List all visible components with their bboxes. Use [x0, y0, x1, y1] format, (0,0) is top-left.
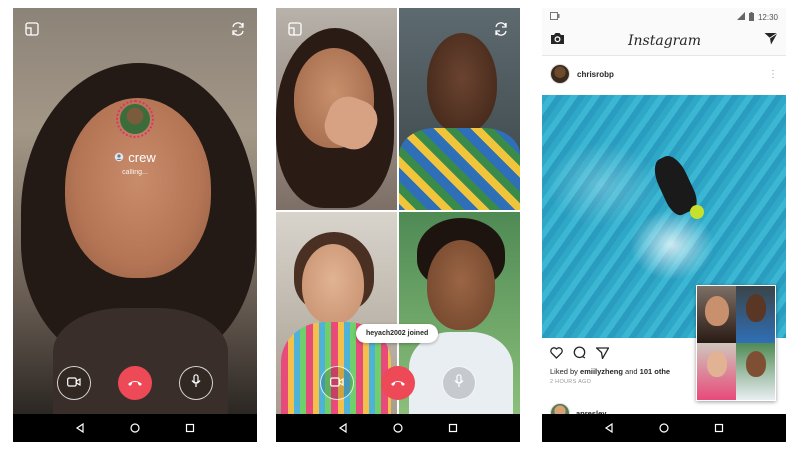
- back-icon[interactable]: [70, 418, 90, 438]
- camera-icon[interactable]: [550, 32, 565, 50]
- liked-middle: and: [622, 367, 640, 376]
- home-icon[interactable]: [125, 418, 145, 438]
- video-toggle-button[interactable]: [56, 366, 91, 400]
- video-icon: [329, 374, 344, 392]
- participant-video: [736, 343, 775, 400]
- clock-time: 12:30: [757, 12, 778, 22]
- recents-icon[interactable]: [443, 418, 463, 438]
- flip-camera-icon[interactable]: [492, 20, 510, 38]
- caller-name: crew: [13, 150, 257, 165]
- post-timestamp: 2 HOURS AGO: [550, 379, 592, 385]
- caller-avatar: [116, 100, 154, 138]
- participant-joined-toast: heyach2002 joined: [356, 324, 439, 343]
- status-bar: 12:30: [542, 8, 786, 26]
- heart-icon[interactable]: [550, 346, 563, 364]
- video-toggle-button[interactable]: [319, 366, 354, 400]
- share-icon[interactable]: [594, 346, 610, 364]
- flip-camera-icon[interactable]: [229, 20, 247, 38]
- video-chat-minimized-window[interactable]: [696, 285, 776, 401]
- post-actions: [550, 346, 610, 364]
- liked-user[interactable]: emiilyzheng: [580, 367, 623, 376]
- end-call-button[interactable]: [380, 366, 415, 400]
- call-status: calling...: [122, 169, 148, 176]
- phone-calling-screen: crew calling...: [13, 8, 257, 442]
- liked-count[interactable]: 101 othe: [640, 367, 670, 376]
- flipper-shape: [690, 205, 704, 219]
- caller-name-text: crew: [128, 150, 156, 165]
- post-username[interactable]: chrisrobp: [577, 70, 761, 79]
- home-icon[interactable]: [654, 418, 674, 438]
- home-icon[interactable]: [388, 418, 408, 438]
- post-header: chrisrobp ⋮: [542, 56, 786, 92]
- participant-video: [276, 8, 397, 210]
- microphone-icon: [191, 373, 201, 393]
- video-icon: [66, 374, 81, 392]
- notification-icon: [550, 12, 560, 22]
- participant-video: [697, 343, 736, 400]
- instagram-header: Instagram: [542, 26, 786, 56]
- participant-video: [697, 286, 736, 343]
- end-call-icon: [127, 374, 143, 392]
- gallery-icon[interactable]: [286, 20, 304, 38]
- recents-icon[interactable]: [709, 418, 729, 438]
- microphone-toggle-button[interactable]: [179, 366, 214, 400]
- liked-by-text: Liked by emiilyzheng and 101 othe: [550, 367, 670, 376]
- more-options-icon[interactable]: ⋮: [768, 69, 778, 80]
- phone-instagram-feed: 12:30 Instagram chrisrobp ⋮ Liked by emi…: [542, 8, 786, 442]
- android-nav-bar: [542, 414, 786, 442]
- caller-info: crew calling...: [13, 100, 257, 176]
- self-camera-preview: [13, 8, 257, 414]
- battery-icon: [748, 11, 754, 23]
- microphone-toggle-button[interactable]: [442, 366, 477, 400]
- instagram-logo: Instagram: [628, 32, 701, 49]
- participant-video: [399, 8, 520, 210]
- back-icon[interactable]: [599, 418, 619, 438]
- avatar[interactable]: [550, 64, 570, 84]
- gallery-icon[interactable]: [23, 20, 41, 38]
- participant-video: [736, 286, 775, 343]
- direct-message-icon[interactable]: [764, 32, 778, 50]
- android-nav-bar: [276, 414, 520, 442]
- end-call-button[interactable]: [117, 366, 152, 400]
- group-icon: [114, 150, 124, 165]
- comment-icon[interactable]: [573, 346, 586, 364]
- microphone-icon: [454, 373, 464, 393]
- call-controls: [13, 366, 257, 400]
- end-call-icon: [390, 374, 406, 392]
- android-nav-bar: [13, 414, 257, 442]
- signal-icon: [736, 12, 745, 22]
- liked-prefix: Liked by: [550, 367, 581, 376]
- recents-icon[interactable]: [180, 418, 200, 438]
- call-controls: [276, 366, 520, 400]
- back-icon[interactable]: [333, 418, 353, 438]
- phone-group-call-screen: heyach2002 joined: [276, 8, 520, 442]
